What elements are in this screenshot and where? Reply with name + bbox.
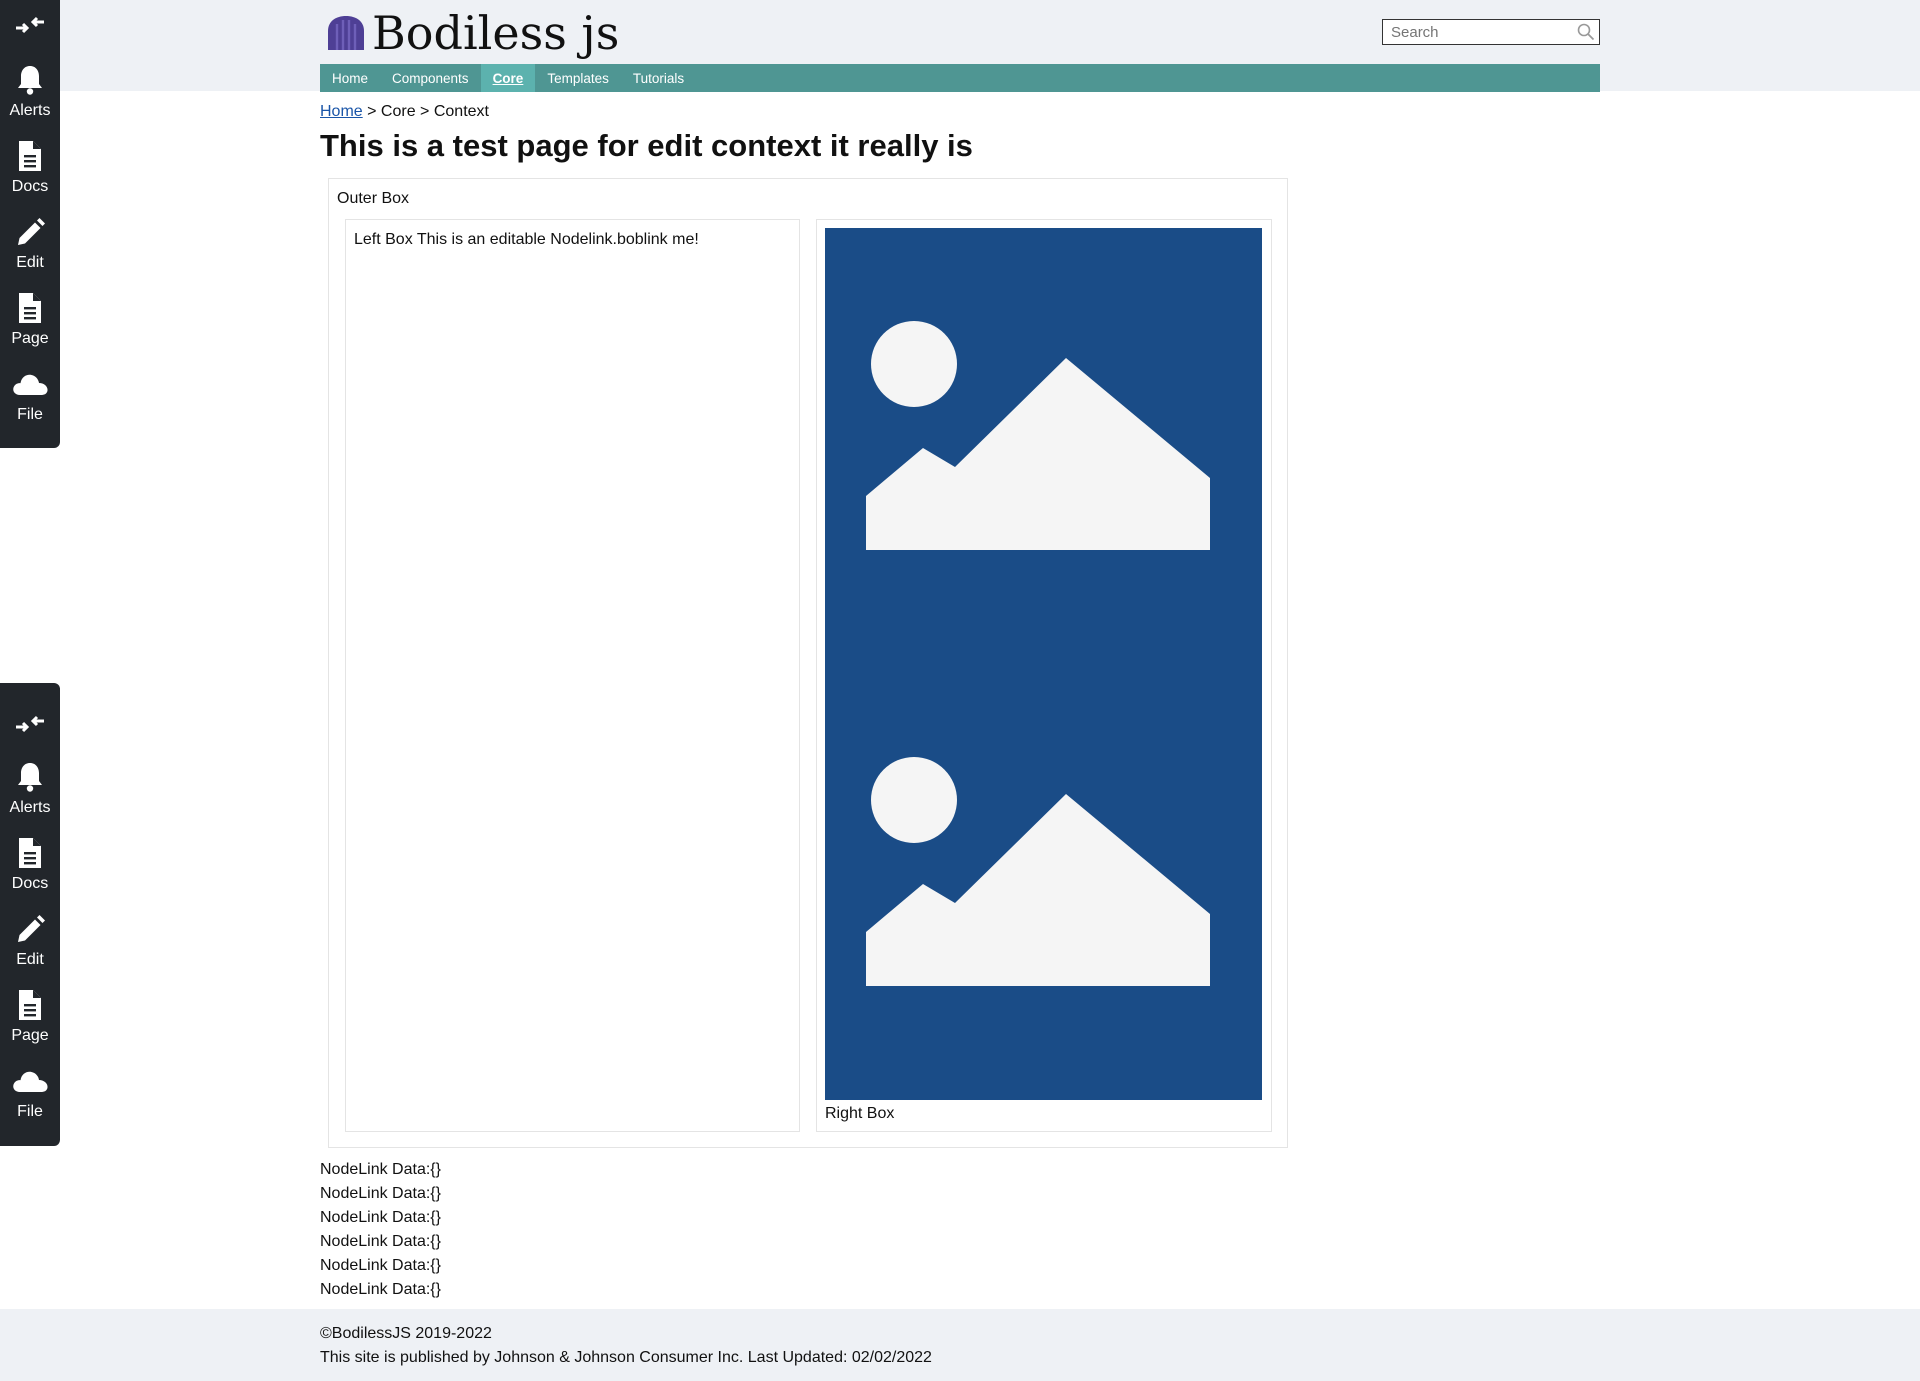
main-nav: Home Components Core Templates Tutorials xyxy=(320,64,1600,92)
cloud-icon xyxy=(13,374,48,395)
collapse-toolbar-icon[interactable] xyxy=(0,699,60,749)
nodelink-data-line: NodeLink Data:{} xyxy=(320,1161,441,1178)
toolbar-docs[interactable]: Docs xyxy=(0,134,60,204)
search-input[interactable] xyxy=(1383,20,1573,44)
nav-item-core[interactable]: Core xyxy=(480,64,536,92)
toolbar-file[interactable]: File xyxy=(0,1059,60,1129)
admin-toolbar-bottom: Alerts Docs Edit Page File xyxy=(0,683,60,1146)
toolbar-alerts-label: Alerts xyxy=(9,102,51,119)
nodelink-data-line: NodeLink Data:{} xyxy=(320,1233,441,1250)
toolbar-docs[interactable]: Docs xyxy=(0,831,60,901)
toolbar-page[interactable]: Page xyxy=(0,286,60,356)
pencil-icon xyxy=(18,218,45,245)
breadcrumb-trail: > Core > Context xyxy=(362,103,489,120)
right-box: Right Box xyxy=(816,219,1272,1132)
footer-published: This site is published by Johnson & John… xyxy=(320,1349,932,1366)
left-box-editable-text[interactable]: Left Box This is an editable Nodelink.bo… xyxy=(354,231,699,249)
toolbar-docs-label: Docs xyxy=(11,875,49,892)
page-title: This is a test page for edit context it … xyxy=(320,128,973,163)
bell-icon xyxy=(18,763,42,792)
nav-item-home[interactable]: Home xyxy=(320,64,380,92)
outer-box: Outer Box Left Box This is an editable N… xyxy=(328,178,1288,1148)
nodelink-data-list: NodeLink Data:{} NodeLink Data:{} NodeLi… xyxy=(320,1158,441,1302)
nav-item-components[interactable]: Components xyxy=(380,64,481,92)
footer xyxy=(0,1309,1920,1381)
toolbar-file-label: File xyxy=(17,1103,43,1120)
breadcrumb-home-link[interactable]: Home xyxy=(320,103,363,120)
search-box[interactable] xyxy=(1382,19,1600,45)
pencil-icon xyxy=(18,915,45,942)
footer-text: ©BodilessJS 2019-2022 This site is publi… xyxy=(320,1322,932,1370)
toolbar-alerts-label: Alerts xyxy=(9,799,51,816)
site-logo[interactable]: Bodiless js xyxy=(326,8,619,58)
toolbar-docs-label: Docs xyxy=(11,178,49,195)
logo-text: Bodiless js xyxy=(372,6,620,60)
cloud-icon xyxy=(13,1071,48,1092)
page-icon xyxy=(19,990,41,1020)
nodelink-data-line: NodeLink Data:{} xyxy=(320,1281,441,1298)
right-box-label: Right Box xyxy=(825,1105,895,1122)
image-placeholder[interactable] xyxy=(825,228,1262,1100)
nodelink-data-line: NodeLink Data:{} xyxy=(320,1209,441,1226)
footer-copyright: ©BodilessJS 2019-2022 xyxy=(320,1325,492,1342)
toolbar-alerts[interactable]: Alerts xyxy=(0,755,60,825)
toolbar-file-label: File xyxy=(17,406,43,423)
toolbar-page[interactable]: Page xyxy=(0,983,60,1053)
toolbar-edit-label: Edit xyxy=(16,951,44,968)
nodelink-data-line: NodeLink Data:{} xyxy=(320,1185,441,1202)
toolbar-page-label: Page xyxy=(11,1027,49,1044)
document-icon xyxy=(19,141,41,171)
nav-item-templates[interactable]: Templates xyxy=(535,64,621,92)
left-box: Left Box This is an editable Nodelink.bo… xyxy=(345,219,800,1132)
document-icon xyxy=(19,838,41,868)
outer-box-label: Outer Box xyxy=(337,190,410,207)
nav-item-tutorials[interactable]: Tutorials xyxy=(621,64,696,92)
bell-icon xyxy=(18,66,42,95)
toolbar-file[interactable]: File xyxy=(0,362,60,432)
logo-mark-icon xyxy=(328,16,364,50)
toolbar-page-label: Page xyxy=(11,330,49,347)
image-placeholder-icon xyxy=(866,321,1210,986)
nodelink-data-line: NodeLink Data:{} xyxy=(320,1257,441,1274)
toolbar-edit[interactable]: Edit xyxy=(0,907,60,977)
page-icon xyxy=(19,293,41,323)
toolbar-alerts[interactable]: Alerts xyxy=(0,58,60,128)
admin-toolbar-top: Alerts Docs Edit Page File xyxy=(0,0,60,448)
breadcrumb: Home > Core > Context xyxy=(320,103,489,121)
toolbar-edit[interactable]: Edit xyxy=(0,210,60,280)
collapse-toolbar-icon[interactable] xyxy=(0,0,60,50)
toolbar-edit-label: Edit xyxy=(16,254,44,271)
search-icon[interactable] xyxy=(1577,23,1595,41)
